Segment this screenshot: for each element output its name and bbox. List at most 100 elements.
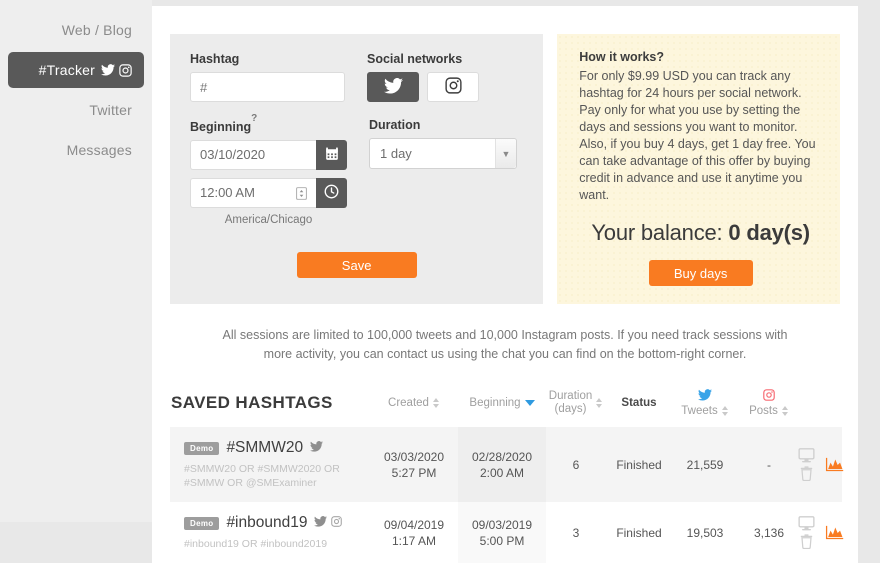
session-limits-note: All sessions are limited to 100,000 twee… xyxy=(222,328,788,361)
how-it-works-title: How it works? xyxy=(579,50,664,64)
sidebar-item-label: #Tracker xyxy=(38,62,95,78)
sidebar-item-tracker[interactable]: #Tracker xyxy=(8,52,144,88)
chevron-down-icon: ▼ xyxy=(495,139,516,168)
column-header-posts[interactable]: Posts xyxy=(738,388,800,427)
row-network-icons xyxy=(314,516,343,530)
row-status: Finished xyxy=(616,525,662,540)
beginning-label-text: Beginning xyxy=(190,120,252,135)
trash-icon[interactable] xyxy=(800,534,813,550)
column-header-status: Status xyxy=(606,388,672,427)
balance-display: Your balance: 0 day(s) xyxy=(579,220,822,246)
clock-icon xyxy=(324,184,339,202)
sidebar-item-messages[interactable]: Messages xyxy=(8,132,144,168)
table-row[interactable]: Demo #inbound19 #inbound19 OR #inbound20… xyxy=(170,502,844,563)
sort-icon[interactable] xyxy=(432,398,440,408)
instagram-network-button[interactable] xyxy=(427,72,479,102)
column-label-status: Status xyxy=(621,397,657,409)
row-beginning-time: 2:00 AM xyxy=(479,465,525,480)
time-input[interactable]: 12:00 AM xyxy=(190,178,316,209)
row-hashtag-name: #SMMW20 xyxy=(226,439,304,456)
tracker-form-panel: Hashtag Social networks xyxy=(170,34,544,304)
hashtag-input[interactable] xyxy=(190,72,345,102)
chart-icon[interactable] xyxy=(825,525,844,541)
hashtag-label: Hashtag xyxy=(190,52,240,66)
twitter-icon xyxy=(101,64,115,76)
column-header-created[interactable]: Created xyxy=(370,388,458,427)
buy-days-button[interactable]: Buy days xyxy=(648,260,753,286)
sort-icon[interactable] xyxy=(781,406,789,416)
row-query: #SMMW20 OR #SMMW2020 OR #SMMW OR @SMExam… xyxy=(184,463,340,489)
trash-icon[interactable] xyxy=(800,466,813,482)
sort-icon[interactable] xyxy=(721,406,729,416)
row-tweets: 21,559 xyxy=(686,457,724,472)
row-posts: - xyxy=(767,457,771,472)
sidebar-item-network-icons xyxy=(101,63,132,77)
calendar-icon xyxy=(325,147,339,164)
social-networks-group: Social networks xyxy=(367,52,479,102)
column-header-tweets[interactable]: Tweets xyxy=(672,388,738,427)
demo-badge: Demo xyxy=(184,516,220,530)
sort-desc-active-icon[interactable] xyxy=(524,400,535,406)
row-beginning: 02/28/2020 2:00 AM xyxy=(458,427,546,502)
twitter-icon xyxy=(310,441,324,455)
date-input[interactable]: 03/10/2020 xyxy=(190,140,316,171)
row-hashtag-cell: Demo #inbound19 #inbound19 OR #inbound20… xyxy=(170,502,370,563)
form-row-bottom: Beginning? 03/10/2020 12:00 AM America/C… xyxy=(190,113,523,226)
monitor-icon[interactable] xyxy=(798,448,815,463)
row-hashtag-cell: Demo #SMMW20 #SMMW20 OR #SMMW2020 OR #SM… xyxy=(170,427,370,502)
time-input-group: 12:00 AM xyxy=(190,178,347,209)
column-label-tweets: Tweets xyxy=(681,405,718,417)
column-header-beginning[interactable]: Beginning xyxy=(458,388,546,427)
twitter-icon xyxy=(314,516,328,530)
save-button[interactable]: Save xyxy=(296,252,417,279)
saved-hashtags-table: SAVED HASHTAGS Created Beginning Duratio… xyxy=(170,388,844,563)
table-row[interactable]: Demo #SMMW20 #SMMW20 OR #SMMW2020 OR #SM… xyxy=(170,427,844,502)
time-input-value: 12:00 AM xyxy=(200,185,255,201)
social-network-toggle-group xyxy=(367,72,479,102)
instagram-icon xyxy=(444,77,462,97)
column-label-duration: Duration xyxy=(548,390,593,402)
row-actions xyxy=(798,502,844,563)
sort-icon[interactable] xyxy=(596,398,603,408)
table-header-row: SAVED HASHTAGS Created Beginning Duratio… xyxy=(170,388,842,427)
row-hashtag-name: #inbound19 xyxy=(226,514,308,531)
column-sublabel-duration: (days) xyxy=(554,403,587,415)
row-tweets: 19,503 xyxy=(686,525,724,540)
row-created-date: 03/03/2020 xyxy=(383,449,445,464)
row-duration: 3 xyxy=(572,525,580,540)
chart-icon[interactable] xyxy=(825,457,844,473)
beginning-field-group: Beginning? 03/10/2020 12:00 AM America/C… xyxy=(190,113,347,226)
how-it-works-paragraph-3: Also, if you buy 4 days, get 1 day free.… xyxy=(579,137,816,202)
social-networks-label: Social networks xyxy=(367,52,463,66)
calendar-button[interactable] xyxy=(316,140,347,171)
clock-button[interactable] xyxy=(316,178,347,209)
twitter-network-button[interactable] xyxy=(367,72,419,102)
row-created-date: 09/04/2019 xyxy=(383,517,445,532)
sidebar: Web / Blog #Tracker Twitter Messages xyxy=(0,0,152,522)
instagram-icon xyxy=(119,63,132,77)
sidebar-item-web-blog[interactable]: Web / Blog xyxy=(8,12,144,48)
how-it-works-paragraph-2: Pay only for what you use by setting the… xyxy=(579,103,801,134)
clock-spinner-icon[interactable] xyxy=(296,186,308,200)
column-label-created: Created xyxy=(388,397,429,409)
demo-badge: Demo xyxy=(184,441,220,455)
save-button-row: Save xyxy=(190,252,523,279)
row-created-time: 1:17 AM xyxy=(391,533,437,548)
row-created-time: 5:27 PM xyxy=(391,465,437,480)
how-it-works-paragraph-1: For only $9.99 USD you can track any has… xyxy=(579,69,802,100)
date-input-group: 03/10/2020 xyxy=(190,140,347,171)
main-content-card: Hashtag Social networks xyxy=(152,6,858,563)
beginning-label: Beginning? xyxy=(190,113,347,135)
row-beginning-date: 09/03/2019 xyxy=(471,517,533,532)
sidebar-item-twitter[interactable]: Twitter xyxy=(8,92,144,128)
column-header-duration[interactable]: Duration (days) xyxy=(546,388,606,427)
sidebar-item-label: Messages xyxy=(66,142,132,158)
monitor-icon[interactable] xyxy=(798,516,815,531)
form-row-top: Hashtag Social networks xyxy=(190,52,523,102)
row-posts: 3,136 xyxy=(753,525,785,540)
sidebar-item-label: Web / Blog xyxy=(61,22,132,38)
beginning-help-icon[interactable]: ? xyxy=(251,113,257,124)
twitter-icon xyxy=(383,77,403,97)
duration-select[interactable]: 1 day ▼ xyxy=(369,138,517,169)
column-label-beginning: Beginning xyxy=(469,397,521,409)
